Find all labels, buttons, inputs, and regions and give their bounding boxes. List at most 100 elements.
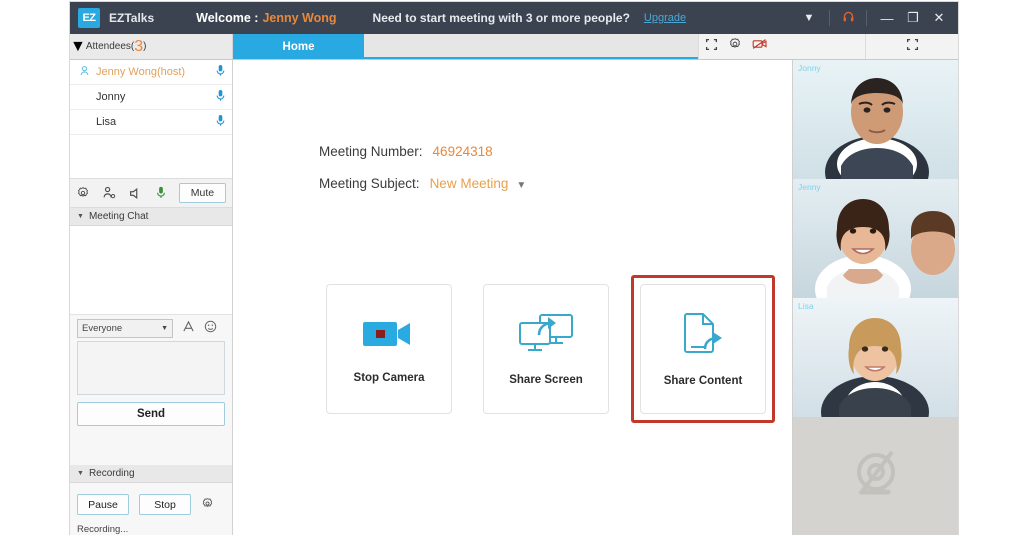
main-content: Meeting Number: 46924318 Meeting Subject:… [233, 60, 792, 535]
app-brand-name: EZTalks [109, 11, 155, 25]
pause-button[interactable]: Pause [77, 494, 129, 515]
gear-icon[interactable] [76, 186, 91, 201]
headset-icon[interactable] [837, 10, 859, 26]
recording-status: Recording... [77, 524, 129, 535]
chevron-down-icon[interactable]: ▼ [796, 12, 822, 24]
share-content-card[interactable]: Share Content [640, 284, 766, 414]
chat-recipient-value: Everyone [82, 322, 123, 334]
recording-label: Recording [88, 468, 135, 479]
video-empty-slot[interactable] [793, 417, 958, 535]
chevron-down-icon[interactable]: ▼ [516, 180, 526, 191]
maximize-button[interactable]: ❐ [900, 10, 926, 26]
chat-recipient-select[interactable]: Everyone ▼ [77, 318, 173, 338]
app-logo: EZ [78, 8, 100, 28]
title-bar: EZ EZTalks Welcome : Jenny Wong Need to s… [70, 2, 958, 34]
sidebar: Jenny Wong(host) Jonny Lisa Mute ▼ Meeti… [70, 60, 233, 535]
chat-toolbar: Everyone ▼ [70, 315, 232, 341]
attendees-label: Attendees( [85, 41, 135, 52]
meeting-number-label: Meeting Number: [319, 144, 423, 159]
action-cards: Stop Camera Share Screen Share Content [317, 275, 775, 423]
recording-buttons: Pause Stop [77, 494, 225, 515]
stop-button[interactable]: Stop [139, 494, 191, 515]
sidebar-section-header-recording[interactable]: ▼ Recording [70, 465, 232, 483]
attendees-count: 3 [134, 37, 144, 55]
sidebar-section-header-chat[interactable]: ▼ Meeting Chat [70, 208, 232, 226]
promo-text: Need to start meeting with 3 or more peo… [372, 11, 630, 25]
microphone-icon[interactable] [215, 114, 226, 130]
attendee-name: Jonny [96, 91, 126, 103]
body-row: Jenny Wong(host) Jonny Lisa Mute ▼ Meeti… [70, 60, 958, 535]
tab-home[interactable]: Home [233, 34, 364, 59]
mute-button[interactable]: Mute [178, 183, 226, 203]
microphone-icon[interactable] [215, 64, 226, 80]
welcome-label: Welcome : [196, 11, 259, 25]
attendees-list: Jenny Wong(host) Jonny Lisa [70, 60, 232, 178]
close-button[interactable]: ✕ [926, 10, 952, 26]
tab-toolbar [698, 34, 865, 59]
attendees-empty-space [70, 135, 232, 178]
current-user-name: Jenny Wong [262, 11, 337, 25]
host-badge-icon [76, 65, 92, 79]
share-screen-card[interactable]: Share Screen [483, 284, 609, 414]
emoji-icon[interactable] [204, 320, 217, 336]
attendee-name: Jenny Wong(host) [96, 66, 186, 78]
meeting-subject-value[interactable]: New Meeting [430, 176, 509, 191]
title-bar-controls: ▼ — ❐ ✕ [796, 2, 952, 34]
tab-strip: ▼ Attendees(3) Home [70, 34, 958, 60]
meeting-subject-row: Meeting Subject: New Meeting ▼ [319, 176, 526, 191]
card-label: Share Content [663, 375, 743, 387]
video-thumbnail[interactable]: Lisa [793, 298, 958, 417]
gear-icon[interactable] [201, 497, 214, 513]
video-thumbnail[interactable]: Jonny [793, 60, 958, 179]
welcome-text: Welcome : Jenny Wong [196, 11, 336, 25]
list-item[interactable]: Jonny [70, 85, 232, 110]
card-label: Stop Camera [353, 372, 425, 384]
attendees-label-end: ) [143, 41, 147, 52]
stop-camera-card[interactable]: Stop Camera [326, 284, 452, 414]
collapse-triangle-icon: ▼ [77, 213, 84, 220]
card-wrapper: Stop Camera [317, 275, 461, 423]
share-document-icon [675, 311, 731, 362]
meeting-number-value: 46924318 [432, 144, 493, 159]
sidebar-section-header-attendees[interactable]: ▼ Attendees(3) [70, 34, 233, 59]
video-camera-icon [360, 314, 418, 359]
tab-strip-empty [364, 34, 698, 59]
list-item[interactable]: Lisa [70, 110, 232, 135]
chat-input[interactable] [77, 341, 225, 395]
upgrade-link[interactable]: Upgrade [644, 12, 686, 24]
divider [866, 10, 867, 26]
card-label: Share Screen [509, 374, 583, 386]
participant-label: Lisa [798, 301, 814, 311]
chevron-down-icon: ▼ [161, 324, 168, 332]
send-button[interactable]: Send [77, 402, 225, 426]
meeting-chat-label: Meeting Chat [88, 211, 149, 222]
share-screen-icon [516, 312, 576, 361]
microphone-icon[interactable] [153, 186, 168, 201]
meeting-subject-label: Meeting Subject: [319, 176, 420, 191]
divider [829, 10, 830, 26]
video-thumbnail[interactable]: Jenny [793, 179, 958, 298]
recording-panel: Pause Stop Recording... [70, 483, 232, 535]
fullscreen-toolbar [865, 34, 958, 59]
camera-off-icon[interactable] [752, 37, 768, 56]
video-panel: Jonny Jenny Lisa [792, 60, 958, 535]
microphone-icon[interactable] [215, 89, 226, 105]
expand-grid-icon[interactable] [705, 38, 718, 56]
font-icon[interactable] [182, 320, 195, 336]
gear-icon[interactable] [728, 37, 742, 56]
add-person-icon[interactable] [102, 186, 117, 201]
meeting-number-row: Meeting Number: 46924318 [319, 144, 493, 159]
card-wrapper: Share Screen [474, 275, 618, 423]
list-item[interactable]: Jenny Wong(host) [70, 60, 232, 85]
participant-label: Jonny [798, 63, 821, 73]
attendee-name: Lisa [96, 116, 117, 128]
attendee-controls: Mute [70, 178, 232, 208]
chat-message-log [70, 226, 232, 315]
collapse-triangle-icon: ▼ [70, 37, 86, 55]
camera-off-icon [846, 448, 906, 505]
participant-label: Jenny [798, 182, 821, 192]
fullscreen-grid-icon[interactable] [906, 38, 919, 56]
minimize-button[interactable]: — [874, 11, 900, 26]
speaker-icon[interactable] [127, 186, 142, 201]
